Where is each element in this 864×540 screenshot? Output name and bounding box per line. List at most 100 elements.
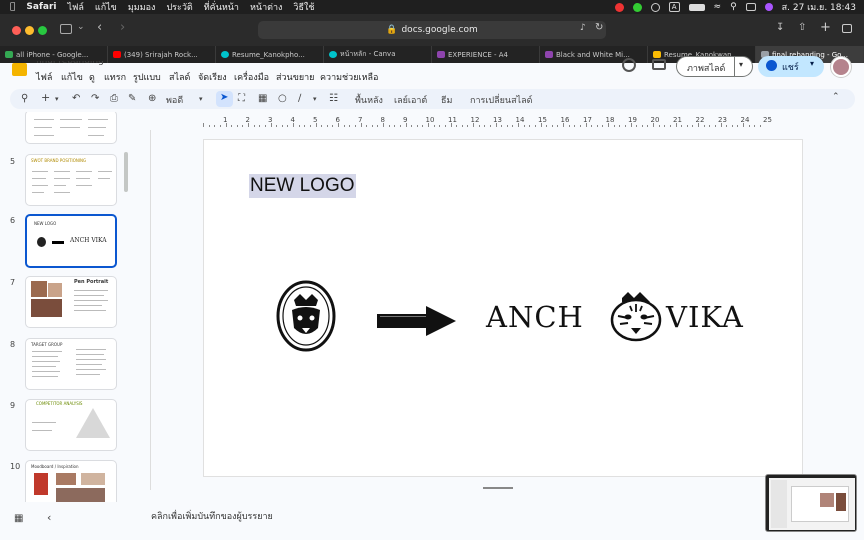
menu-view[interactable]: มุมมอง	[128, 0, 156, 14]
globe-icon	[766, 60, 777, 71]
slide-thumbnail[interactable]: COMPETITOR ANALYSIS	[25, 399, 117, 451]
slide-thumbnail[interactable]	[25, 112, 117, 144]
paint-format-icon[interactable]: ✎	[128, 93, 136, 104]
download-icon[interactable]: ↧	[776, 22, 784, 33]
frame-icon[interactable]: ⛶	[238, 93, 245, 104]
record-icon[interactable]	[614, 2, 624, 12]
menu-edit[interactable]: แก้ไข	[95, 0, 117, 14]
apple-icon[interactable]: 	[10, 2, 15, 12]
tab-overview-icon[interactable]	[842, 24, 852, 33]
slides-menu-arrange[interactable]: จัดเรียง	[198, 70, 227, 84]
ruler-tick-mark	[512, 125, 514, 127]
slides-menu-edit[interactable]: แก้ไข	[61, 70, 83, 84]
chevron-down-icon[interactable]: ▾	[199, 95, 203, 103]
brand-left-text[interactable]: ANCH	[486, 300, 584, 334]
browser-tab[interactable]: (349) Srirajah Rock...	[108, 46, 216, 63]
line-icon[interactable]: ∕	[298, 93, 301, 104]
browser-tab[interactable]: Resume_Kanokpho...	[216, 46, 324, 63]
slide-title[interactable]: NEW LOGO	[249, 174, 356, 198]
slide-thumbnail[interactable]: SWOT BRAND POSITIONING	[25, 154, 117, 206]
ruler-tick-mark	[264, 125, 266, 127]
slides-menu-view[interactable]: ดู	[89, 70, 95, 84]
menu-history[interactable]: ประวัติ	[166, 0, 192, 14]
theme-button[interactable]: ธีม	[441, 93, 452, 107]
search-menus-icon[interactable]: ⚲	[21, 93, 28, 104]
control-center-icon[interactable]	[745, 3, 756, 11]
print-icon[interactable]: ⎙	[110, 93, 118, 104]
layout-button[interactable]: เลย์เอาต์	[394, 93, 427, 107]
share-button[interactable]: แชร์ ▾	[758, 56, 824, 77]
zoom-window-button[interactable]	[38, 26, 47, 35]
slide-thumbnail-selected[interactable]: NEW LOGO ANCH VIKA	[25, 214, 117, 268]
slides-menu-help[interactable]: ความช่วยเหลือ	[320, 70, 378, 84]
sidebar-toggle-icon[interactable]	[60, 24, 72, 34]
image-icon[interactable]: ▦	[258, 93, 267, 104]
filmstrip-scrollbar[interactable]	[124, 152, 128, 192]
menu-file[interactable]: ไฟล์	[67, 0, 83, 14]
slides-menu-tools[interactable]: เครื่องมือ	[234, 70, 269, 84]
slides-logo-icon[interactable]	[12, 63, 27, 76]
close-window-button[interactable]	[12, 26, 21, 35]
zoom-select[interactable]: พอดี	[166, 93, 183, 107]
undo-icon[interactable]: ↶	[72, 93, 80, 104]
right-arrow-icon[interactable]	[376, 304, 458, 338]
browser-tab[interactable]: หน้าหลัก - Canva	[324, 46, 432, 63]
forward-button[interactable]: ›	[120, 20, 125, 35]
history-icon[interactable]	[622, 58, 636, 72]
comments-icon[interactable]	[652, 59, 666, 70]
speaker-notes[interactable]: คลิกเพื่อเพิ่มบันทึกของผู้บรรยาย	[141, 502, 864, 540]
speaker-icon[interactable]: ♪	[580, 23, 586, 33]
slide-thumbnail[interactable]: TARGET GROUP	[25, 338, 117, 390]
background-button[interactable]: พื้นหลัง	[355, 93, 383, 107]
slides-menu-file[interactable]: ไฟล์	[36, 70, 52, 84]
browser-tab[interactable]: EXPERIENCE - A4	[432, 46, 540, 63]
menu-help[interactable]: วิธีใช้	[293, 0, 314, 14]
slides-menu-insert[interactable]: แทรก	[104, 70, 126, 84]
input-source-icon[interactable]: A	[668, 2, 680, 12]
share-icon[interactable]: ⇧	[798, 22, 806, 33]
new-slide-button[interactable]: +	[41, 91, 50, 104]
grid-view-icon[interactable]: ▦	[14, 513, 23, 524]
reload-icon[interactable]: ↻	[595, 22, 603, 33]
new-tab-button[interactable]: +	[820, 20, 831, 35]
document-title[interactable]: final rebanding	[36, 61, 104, 66]
line-app-icon[interactable]	[632, 2, 642, 12]
notes-resize-handle[interactable]	[483, 487, 513, 489]
slide-thumbnail[interactable]: Moodboard / Inspiration	[25, 460, 117, 502]
menu-app-name[interactable]: Safari	[26, 2, 56, 12]
avatar[interactable]	[831, 57, 851, 77]
chevron-down-icon[interactable]: ⌄	[77, 22, 85, 32]
shape-icon[interactable]: ○	[278, 93, 287, 104]
slides-menu-format[interactable]: รูปแบบ	[133, 70, 161, 84]
pip-preview[interactable]	[765, 474, 857, 532]
add-comment-icon[interactable]: ☷	[329, 93, 338, 104]
menu-clock[interactable]: ส. 27 เม.ย. 18:43	[782, 0, 856, 14]
slides-menu-extensions[interactable]: ส่วนขยาย	[276, 70, 314, 84]
menu-bookmarks[interactable]: ที่คั่นหน้า	[204, 0, 239, 14]
menu-window[interactable]: หน้าต่าง	[250, 0, 282, 14]
zoom-icon[interactable]: ⊕	[148, 93, 156, 104]
play-icon[interactable]	[650, 2, 660, 12]
chevron-down-icon[interactable]: ▾	[313, 95, 317, 103]
siri-icon[interactable]	[764, 3, 773, 11]
collapse-toolbar-icon[interactable]: ⌃	[832, 92, 840, 102]
search-icon[interactable]: ⚲	[730, 2, 737, 12]
present-button[interactable]: ภาพสไลด์ ▾	[676, 56, 753, 77]
slides-menu-slide[interactable]: สไลด์	[169, 70, 190, 84]
select-tool-button[interactable]: ➤	[216, 91, 233, 107]
minimize-window-button[interactable]	[25, 26, 34, 35]
transition-button[interactable]: การเปลี่ยนสไลด์	[470, 93, 532, 107]
slide-thumbnail[interactable]: Pen Portrait	[25, 276, 117, 328]
brand-right-text[interactable]: VIKA	[666, 300, 744, 334]
tiger-head-icon[interactable]	[608, 290, 664, 342]
slide-canvas[interactable]: NEW LOGO ANCH VIKA	[203, 139, 803, 477]
collapse-filmstrip-icon[interactable]: ‹	[47, 511, 51, 524]
wifi-icon[interactable]: ≈	[714, 2, 722, 12]
back-button[interactable]: ‹	[97, 20, 102, 35]
battery-icon[interactable]	[688, 3, 705, 11]
address-bar[interactable]: 🔒 docs.google.com	[258, 21, 606, 39]
ruler-tick-label: 16	[560, 116, 570, 124]
chevron-down-icon[interactable]: ▾	[55, 95, 59, 103]
old-logo-icon[interactable]	[276, 280, 336, 352]
redo-icon[interactable]: ↷	[91, 93, 99, 104]
